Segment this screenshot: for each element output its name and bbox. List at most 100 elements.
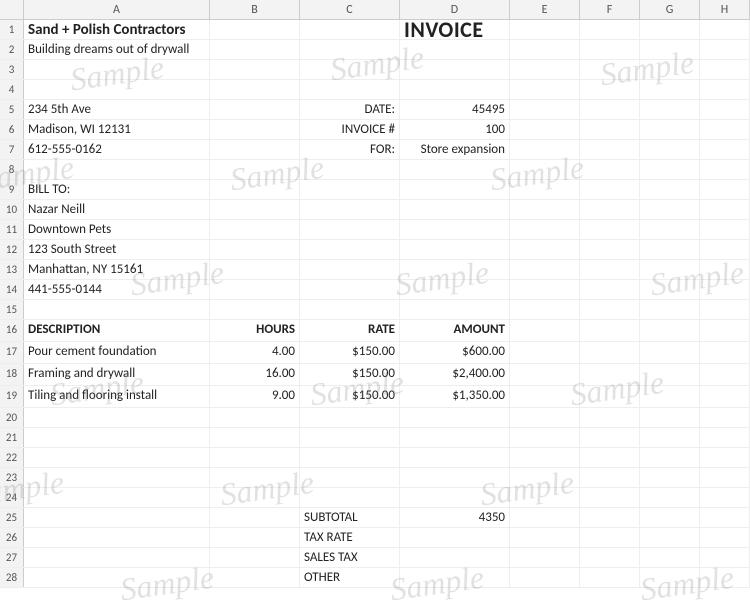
header-hours[interactable]: HOURS: [210, 320, 300, 341]
billto-address2[interactable]: Manhattan, NY 15161: [24, 260, 210, 279]
row-21: 21: [0, 428, 750, 448]
item-description[interactable]: Framing and drywall: [24, 364, 210, 385]
billto-label[interactable]: BILL TO:: [24, 180, 210, 199]
row-17: 17 Pour cement foundation 4.00 $150.00 $…: [0, 342, 750, 364]
company-name[interactable]: Sand + Polish Contractors: [24, 20, 210, 39]
col-header-C[interactable]: C: [300, 0, 400, 19]
company-phone[interactable]: 612-555-0162: [24, 140, 210, 159]
row-header[interactable]: 26: [0, 528, 24, 547]
row-4: 4: [0, 80, 750, 100]
column-header-row: A B C D E F G H: [0, 0, 750, 20]
row-header[interactable]: 3: [0, 60, 24, 79]
header-rate[interactable]: RATE: [300, 320, 400, 341]
row-header[interactable]: 27: [0, 548, 24, 567]
col-header-F[interactable]: F: [580, 0, 640, 19]
row-header[interactable]: 25: [0, 508, 24, 527]
subtotal-label[interactable]: SUBTOTAL: [300, 508, 400, 527]
row-9: 9 BILL TO:: [0, 180, 750, 200]
row-header[interactable]: 9: [0, 180, 24, 199]
item-rate[interactable]: $150.00: [300, 364, 400, 385]
col-header-A[interactable]: A: [24, 0, 210, 19]
billto-name[interactable]: Nazar Neill: [24, 200, 210, 219]
row-header[interactable]: 15: [0, 300, 24, 319]
row-header[interactable]: 4: [0, 80, 24, 99]
row-header[interactable]: 6: [0, 120, 24, 139]
row-header[interactable]: 19: [0, 386, 24, 407]
row-header[interactable]: 12: [0, 240, 24, 259]
row-header[interactable]: 17: [0, 342, 24, 363]
other-label[interactable]: OTHER: [300, 568, 400, 587]
row-26: 26 TAX RATE: [0, 528, 750, 548]
subtotal-value[interactable]: 4350: [400, 508, 510, 527]
row-header[interactable]: 24: [0, 488, 24, 507]
row-header[interactable]: 14: [0, 280, 24, 299]
row-7: 7 612-555-0162 FOR: Store expansion: [0, 140, 750, 160]
row-13: 13 Manhattan, NY 15161: [0, 260, 750, 280]
row-header[interactable]: 20: [0, 408, 24, 427]
item-hours[interactable]: 4.00: [210, 342, 300, 363]
date-label[interactable]: DATE:: [300, 100, 400, 119]
row-header[interactable]: 28: [0, 568, 24, 587]
item-description[interactable]: Pour cement foundation: [24, 342, 210, 363]
row-header[interactable]: 1: [0, 20, 24, 39]
row-header[interactable]: 21: [0, 428, 24, 447]
company-tagline[interactable]: Building dreams out of drywall: [24, 40, 210, 59]
row-27: 27 SALES TAX: [0, 548, 750, 568]
invoice-num-value[interactable]: 100: [400, 120, 510, 139]
header-amount[interactable]: AMOUNT: [400, 320, 510, 341]
row-23: 23: [0, 468, 750, 488]
invoice-title[interactable]: INVOICE: [400, 20, 510, 39]
row-header[interactable]: 13: [0, 260, 24, 279]
row-header[interactable]: 5: [0, 100, 24, 119]
item-amount[interactable]: $600.00: [400, 342, 510, 363]
for-value[interactable]: Store expansion: [400, 140, 510, 159]
row-header[interactable]: 23: [0, 468, 24, 487]
billto-phone[interactable]: 441-555-0144: [24, 280, 210, 299]
row-header[interactable]: 22: [0, 448, 24, 467]
item-amount[interactable]: $1,350.00: [400, 386, 510, 407]
row-header[interactable]: 7: [0, 140, 24, 159]
row-6: 6 Madison, WI 12131 INVOICE # 100: [0, 120, 750, 140]
row-18: 18 Framing and drywall 16.00 $150.00 $2,…: [0, 364, 750, 386]
company-address1[interactable]: 234 5th Ave: [24, 100, 210, 119]
row-8: 8: [0, 160, 750, 180]
col-header-H[interactable]: H: [700, 0, 750, 19]
billto-address1[interactable]: 123 South Street: [24, 240, 210, 259]
for-label[interactable]: FOR:: [300, 140, 400, 159]
row-header[interactable]: 2: [0, 40, 24, 59]
item-hours[interactable]: 9.00: [210, 386, 300, 407]
company-address2[interactable]: Madison, WI 12131: [24, 120, 210, 139]
row-header[interactable]: 10: [0, 200, 24, 219]
row-10: 10 Nazar Neill: [0, 200, 750, 220]
row-24: 24: [0, 488, 750, 508]
invoice-num-label[interactable]: INVOICE #: [300, 120, 400, 139]
row-12: 12 123 South Street: [0, 240, 750, 260]
item-rate[interactable]: $150.00: [300, 342, 400, 363]
item-amount[interactable]: $2,400.00: [400, 364, 510, 385]
item-rate[interactable]: $150.00: [300, 386, 400, 407]
row-28: 28 OTHER: [0, 568, 750, 588]
row-19: 19 Tiling and flooring install 9.00 $150…: [0, 386, 750, 408]
row-header[interactable]: 11: [0, 220, 24, 239]
date-value[interactable]: 45495: [400, 100, 510, 119]
billto-company[interactable]: Downtown Pets: [24, 220, 210, 239]
row-2: 2 Building dreams out of drywall: [0, 40, 750, 60]
row-header[interactable]: 18: [0, 364, 24, 385]
header-description[interactable]: DESCRIPTION: [24, 320, 210, 341]
row-5: 5 234 5th Ave DATE: 45495: [0, 100, 750, 120]
select-all-corner[interactable]: [0, 0, 24, 19]
row-20: 20: [0, 408, 750, 428]
row-16: 16 DESCRIPTION HOURS RATE AMOUNT: [0, 320, 750, 342]
item-description[interactable]: Tiling and flooring install: [24, 386, 210, 407]
item-hours[interactable]: 16.00: [210, 364, 300, 385]
row-header[interactable]: 8: [0, 160, 24, 179]
row-11: 11 Downtown Pets: [0, 220, 750, 240]
row-25: 25 SUBTOTAL 4350: [0, 508, 750, 528]
col-header-B[interactable]: B: [210, 0, 300, 19]
taxrate-label[interactable]: TAX RATE: [300, 528, 400, 547]
row-header[interactable]: 16: [0, 320, 24, 341]
col-header-E[interactable]: E: [510, 0, 580, 19]
spreadsheet-grid: A B C D E F G H 1 Sand + Polish Contract…: [0, 0, 750, 588]
salestax-label[interactable]: SALES TAX: [300, 548, 400, 567]
col-header-G[interactable]: G: [640, 0, 700, 19]
